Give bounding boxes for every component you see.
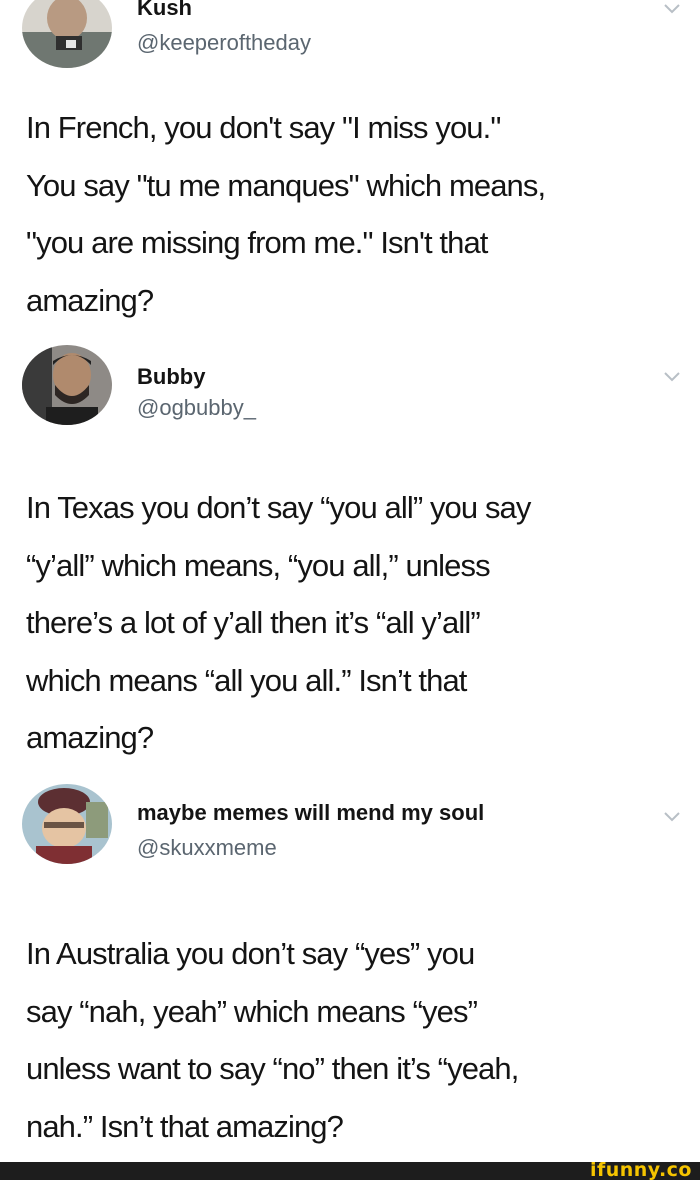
avatar[interactable] bbox=[22, 784, 112, 864]
tweet-header-bubby: Bubby @ogbubby_ bbox=[0, 345, 700, 425]
handle[interactable]: @keeperoftheday bbox=[137, 30, 311, 56]
handle[interactable]: @ogbubby_ bbox=[137, 395, 256, 421]
avatar[interactable] bbox=[22, 345, 112, 425]
watermark-bar: ifunny.co bbox=[0, 1159, 700, 1181]
tweet-header-kush: Kush @keeperoftheday bbox=[0, 0, 700, 68]
display-name[interactable]: maybe memes will mend my soul bbox=[137, 800, 484, 826]
watermark: ifunny.co bbox=[589, 1159, 692, 1181]
tweet-header-skuxxmeme: maybe memes will mend my soul @skuxxmeme bbox=[0, 784, 700, 864]
tweet-text: In French, you don't say "I miss you." Y… bbox=[26, 110, 546, 318]
tweet-text: In Texas you don’t say “you all” you say… bbox=[26, 490, 531, 755]
handle[interactable]: @skuxxmeme bbox=[137, 835, 277, 861]
avatar[interactable] bbox=[22, 0, 112, 68]
tweet-text: In Australia you don’t say “yes” you say… bbox=[26, 936, 519, 1144]
chevron-down-icon[interactable] bbox=[660, 364, 684, 388]
chevron-down-icon[interactable] bbox=[660, 804, 684, 828]
display-name[interactable]: Bubby bbox=[137, 364, 205, 390]
display-name[interactable]: Kush bbox=[137, 0, 192, 21]
chevron-down-icon[interactable] bbox=[660, 0, 684, 20]
